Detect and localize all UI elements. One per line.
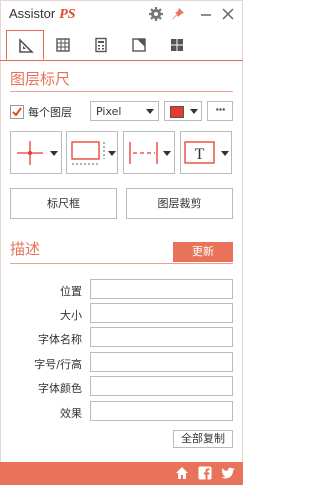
color-select[interactable]	[164, 101, 202, 121]
app-title-text: Assistor	[9, 6, 56, 21]
text-tool-glyph: T	[195, 146, 205, 163]
each-layer-label: 每个图层	[28, 106, 72, 119]
ruler-divider	[10, 91, 233, 92]
layout-icon	[171, 39, 183, 51]
tab-slice[interactable]	[120, 30, 158, 60]
unit-select[interactable]: Pixel	[90, 101, 159, 121]
grid-icon	[56, 38, 70, 52]
font-name-field[interactable]	[90, 327, 233, 347]
position-label: 位置	[60, 285, 82, 298]
app-title: Assistor PS	[9, 6, 76, 23]
dash-line-tool-button[interactable]	[123, 131, 175, 174]
tab-ruler[interactable]	[6, 30, 44, 60]
font-color-field[interactable]	[90, 376, 233, 396]
crosshair-icon	[17, 141, 58, 165]
chevron-down-icon	[146, 109, 154, 114]
checkmark-icon	[12, 107, 22, 117]
text-tool-button[interactable]: T	[180, 131, 232, 174]
minimize-icon[interactable]	[198, 6, 214, 22]
font-name-label: 字体名称	[38, 333, 82, 346]
more-options-button[interactable]: ···	[207, 101, 233, 121]
size-field[interactable]	[90, 303, 233, 323]
pin-icon[interactable]	[170, 6, 186, 22]
text-tool-icon: T	[184, 141, 229, 164]
home-icon[interactable]	[175, 466, 189, 480]
tab-grid[interactable]	[44, 30, 82, 60]
twitter-icon[interactable]	[221, 466, 235, 480]
calculator-icon	[95, 37, 107, 53]
describe-divider	[10, 263, 233, 264]
effect-field[interactable]	[90, 401, 233, 421]
each-layer-checkbox[interactable]	[10, 105, 24, 119]
layer-crop-label: 图层裁剪	[157, 197, 202, 210]
font-color-label: 字体颜色	[38, 382, 82, 395]
ruler-triangle-icon	[19, 38, 34, 53]
close-icon[interactable]	[220, 6, 236, 22]
footer-bar	[0, 462, 243, 485]
copy-all-button[interactable]: 全部复制	[173, 430, 233, 448]
chevron-down-icon	[190, 109, 198, 114]
app-title-suffix: PS	[59, 7, 76, 22]
gear-icon[interactable]	[148, 6, 164, 22]
describe-section-title: 描述	[10, 240, 41, 258]
tool-tabs	[0, 30, 243, 61]
rect-border-icon	[71, 141, 116, 165]
color-swatch	[170, 106, 184, 118]
font-size-line-height-field[interactable]	[90, 352, 233, 372]
refresh-button[interactable]: 更新	[173, 242, 233, 262]
tab-layout[interactable]	[158, 30, 196, 60]
crosshair-tool-button[interactable]	[10, 131, 62, 174]
size-label: 大小	[60, 309, 82, 322]
ruler-section-title: 图层标尺	[10, 70, 71, 88]
slice-icon	[132, 38, 146, 52]
position-field[interactable]	[90, 279, 233, 299]
ruler-frame-button[interactable]: 标尺框	[10, 188, 117, 219]
rect-border-tool-button[interactable]	[66, 131, 118, 174]
font-size-line-height-label: 字号/行高	[34, 358, 82, 371]
more-dots-icon: ···	[215, 103, 226, 116]
layer-crop-button[interactable]: 图层裁剪	[126, 188, 233, 219]
effect-label: 效果	[60, 407, 82, 420]
title-bar: Assistor PS	[0, 0, 243, 30]
tab-calculator[interactable]	[82, 30, 120, 60]
unit-select-value: Pixel	[96, 105, 122, 118]
ruler-frame-label: 标尺框	[47, 197, 80, 210]
dash-line-icon	[129, 142, 171, 164]
facebook-icon[interactable]	[198, 466, 212, 480]
